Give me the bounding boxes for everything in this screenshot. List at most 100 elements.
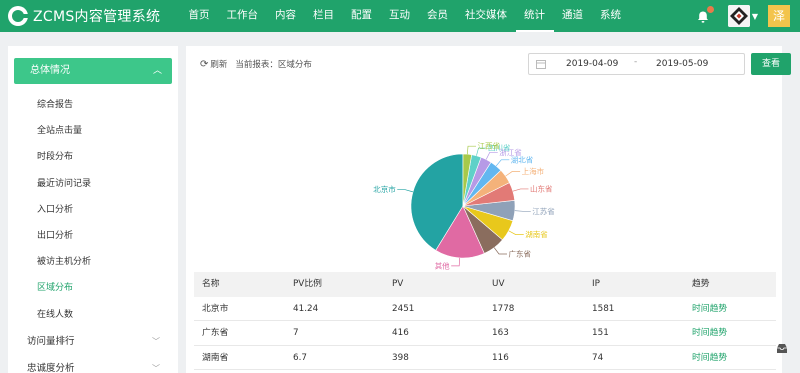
table-row: 湖南省 6.7 398 116 74 时间趋势 bbox=[194, 346, 776, 370]
nav-member[interactable]: 会员 bbox=[419, 0, 457, 32]
main-nav: 首页 工作台 内容 栏目 配置 互动 会员 社交媒体 统计 通道 系统 bbox=[180, 0, 630, 32]
trend-link[interactable]: 时间趋势 bbox=[692, 297, 776, 321]
sidebar-section-label: 忠诚度分析 bbox=[27, 362, 75, 373]
column-header: IP bbox=[592, 279, 600, 289]
pie-label-line bbox=[508, 230, 524, 235]
table-cell: 1581 bbox=[592, 303, 615, 314]
pie-label-line bbox=[485, 151, 498, 160]
pie-label: 湖南省 bbox=[525, 229, 548, 239]
table-cell: 7 bbox=[293, 328, 299, 338]
column-header: PV bbox=[392, 279, 404, 289]
query-button[interactable]: 查看 bbox=[751, 53, 791, 75]
logo-icon bbox=[8, 6, 28, 26]
table-header: 名称 PV比例 PV UV IP 趋势 bbox=[194, 272, 776, 297]
trend-link[interactable]: 时间趋势 bbox=[692, 346, 776, 370]
sidebar-item-entry-analysis[interactable]: 入口分析 bbox=[8, 197, 178, 223]
column-header: PV比例 bbox=[293, 279, 322, 289]
table-cell: 163 bbox=[492, 328, 509, 338]
pie-label: 北京市 bbox=[373, 184, 396, 194]
pie-label-line bbox=[512, 188, 529, 192]
chevron-down-icon: ﹀ bbox=[152, 336, 160, 346]
nav-channel[interactable]: 通道 bbox=[554, 0, 592, 32]
nav-system[interactable]: 系统 bbox=[592, 0, 630, 32]
logo-text: ZCMS内容管理系统 bbox=[33, 9, 161, 25]
table-cell: 41.24 bbox=[293, 303, 319, 314]
sidebar: 总体情况 ︿ 综合报告 全站点击量 时段分布 最近访问记录 入口分析 出口分析 … bbox=[8, 46, 178, 373]
caret-down-icon[interactable]: ▼ bbox=[752, 12, 758, 21]
nav-config[interactable]: 配置 bbox=[343, 0, 381, 32]
pie-label-line bbox=[451, 257, 461, 267]
sidebar-section-label: 访问量排行 bbox=[27, 335, 75, 347]
table-cell: 416 bbox=[392, 328, 409, 338]
pie-label: 广东省 bbox=[508, 249, 531, 259]
pie-label-line bbox=[397, 189, 414, 193]
column-header: 趋势 bbox=[692, 279, 710, 289]
chevron-down-icon: ﹀ bbox=[152, 363, 160, 373]
column-header: 名称 bbox=[202, 279, 220, 289]
refresh-icon[interactable]: ⟳ bbox=[200, 59, 208, 70]
avatar[interactable] bbox=[727, 5, 750, 27]
notification-badge bbox=[706, 6, 714, 13]
table-cell: 151 bbox=[592, 328, 609, 338]
pie-label: 其他 bbox=[435, 260, 450, 270]
table-cell: 2451 bbox=[392, 303, 415, 314]
bell-icon[interactable] bbox=[696, 6, 714, 23]
refresh-button[interactable]: 刷新 bbox=[210, 58, 227, 70]
nav-statistics[interactable]: 统计 bbox=[515, 0, 554, 32]
pie-label: 山东省 bbox=[530, 183, 553, 193]
sidebar-item-time-distribution[interactable]: 时段分布 bbox=[8, 144, 178, 170]
date-separator: - bbox=[634, 57, 638, 67]
sidebar-group-overview[interactable]: 总体情况 ︿ bbox=[14, 58, 172, 84]
table-row: 北京市 41.24 2451 1778 1581 时间趋势 bbox=[194, 297, 776, 321]
table-cell: 398 bbox=[392, 352, 409, 363]
pie-label: 江西省 bbox=[478, 141, 501, 151]
nav-social-media[interactable]: 社交媒体 bbox=[457, 0, 516, 32]
pie-label: 江苏省 bbox=[532, 206, 555, 216]
chevron-up-icon: ︿ bbox=[152, 66, 162, 76]
user-badge[interactable]: 泽 bbox=[768, 5, 790, 27]
sidebar-item-report[interactable]: 综合报告 bbox=[8, 92, 178, 118]
pie-label-line bbox=[493, 247, 507, 255]
pie-label-line bbox=[495, 159, 510, 167]
sidebar-item-recent-visits[interactable]: 最近访问记录 bbox=[8, 171, 178, 197]
sidebar-section-visit-ranking[interactable]: 访问量排行 ﹀ bbox=[8, 328, 178, 355]
trend-link[interactable]: 时间趋势 bbox=[692, 321, 776, 345]
top-navigation-bar: ZCMS内容管理系统 首页 工作台 内容 栏目 配置 互动 会员 社交媒体 统计… bbox=[0, 0, 800, 32]
date-end[interactable]: 2019-05-09 bbox=[656, 59, 708, 69]
sidebar-item-exit-analysis[interactable]: 出口分析 bbox=[8, 223, 178, 249]
region-pie-chart: 北京市其他广东省湖南省江苏省山东省上海市湖北省浙江省四川省江西省 bbox=[373, 141, 555, 271]
table-cell: 6.7 bbox=[293, 352, 307, 363]
region-table: 名称 PV比例 PV UV IP 趋势 北京市 41.24 2451 1778 … bbox=[194, 272, 776, 370]
pie-label: 上海市 bbox=[522, 166, 545, 176]
pie-label-line bbox=[505, 171, 521, 177]
top-right-area: ▼ 泽 bbox=[696, 0, 800, 32]
nav-catalog[interactable]: 栏目 bbox=[305, 0, 343, 32]
pie-label-line bbox=[514, 210, 531, 212]
date-range-picker[interactable]: 2019-04-09 - 2019-05-09 bbox=[528, 53, 745, 75]
logo[interactable]: ZCMS内容管理系统 bbox=[0, 0, 170, 32]
sidebar-item-online-users[interactable]: 在线人数 bbox=[8, 302, 178, 328]
report-toolbar: ⟳ 刷新 当前报表：区域分布 bbox=[200, 58, 312, 71]
nav-interaction[interactable]: 互动 bbox=[381, 0, 419, 32]
current-report-label: 当前报表：区域分布 bbox=[235, 60, 312, 70]
table-cell: 116 bbox=[492, 352, 509, 363]
sidebar-item-site-clicks[interactable]: 全站点击量 bbox=[8, 118, 178, 144]
sidebar-item-host-analysis[interactable]: 被访主机分析 bbox=[8, 249, 178, 275]
nav-content[interactable]: 内容 bbox=[267, 0, 305, 32]
table-cell: 广东省 bbox=[202, 328, 229, 338]
nav-home[interactable]: 首页 bbox=[180, 0, 218, 32]
table-cell: 74 bbox=[592, 352, 604, 363]
sidebar-item-region-distribution[interactable]: 区域分布 bbox=[8, 275, 178, 301]
nav-workbench[interactable]: 工作台 bbox=[218, 0, 267, 32]
table-cell: 北京市 bbox=[202, 303, 229, 314]
sidebar-section-loyalty[interactable]: 忠诚度分析 ﹀ bbox=[8, 355, 178, 373]
pie-label-line bbox=[466, 145, 477, 155]
table-cell: 1778 bbox=[492, 303, 515, 314]
table-cell: 湖南省 bbox=[202, 352, 229, 363]
inbox-icon[interactable] bbox=[776, 343, 788, 354]
table-row: 广东省 7 416 163 151 时间趋势 bbox=[194, 321, 776, 346]
date-start[interactable]: 2019-04-09 bbox=[566, 59, 618, 69]
column-header: UV bbox=[492, 279, 505, 289]
main-panel: ⟳ 刷新 当前报表：区域分布 2019-04-09 - 2019-05-09 查… bbox=[186, 46, 791, 373]
calendar-icon bbox=[536, 60, 546, 69]
